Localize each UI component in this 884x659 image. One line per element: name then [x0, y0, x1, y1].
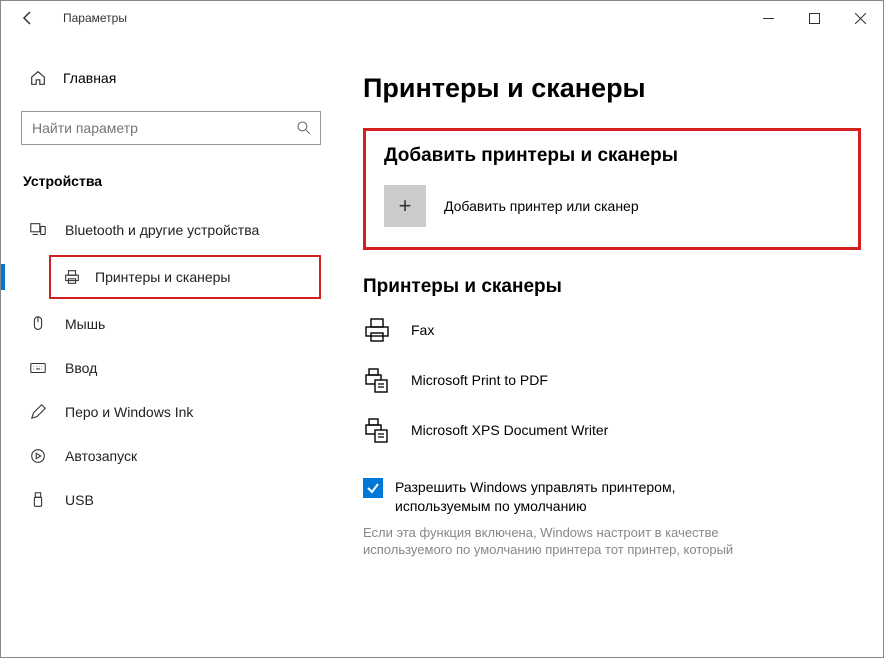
minimize-button[interactable]: [745, 1, 791, 35]
search-icon: [296, 120, 312, 136]
device-row-fax[interactable]: Fax: [363, 316, 861, 344]
page-title: Принтеры и сканеры: [363, 73, 861, 104]
print-to-file-icon: [363, 366, 391, 394]
highlight-box-sidebar: Принтеры и сканеры: [49, 255, 321, 299]
maximize-button[interactable]: [791, 1, 837, 35]
category-header: Устройства: [21, 173, 321, 189]
nav-item-mouse[interactable]: Мышь: [21, 305, 321, 343]
nav-item-printers[interactable]: Принтеры и сканеры: [55, 258, 315, 296]
default-printer-checkbox[interactable]: [363, 478, 383, 498]
nav-label: Мышь: [65, 316, 105, 332]
nav-item-input[interactable]: Ввод: [21, 349, 321, 387]
device-label: Microsoft XPS Document Writer: [411, 422, 608, 438]
checkbox-label: Разрешить Windows управлять принтером, и…: [395, 478, 755, 516]
device-row-mxps[interactable]: Microsoft XPS Document Writer: [363, 416, 861, 444]
plus-icon: +: [384, 185, 426, 227]
search-input[interactable]: [30, 119, 296, 137]
nav-label: Bluetooth и другие устройства: [65, 222, 259, 238]
device-label: Fax: [411, 322, 434, 338]
window-title: Параметры: [63, 11, 127, 25]
nav-label: Автозапуск: [65, 448, 137, 464]
devices-icon: [29, 221, 47, 239]
nav-label: Принтеры и сканеры: [95, 269, 230, 285]
search-box[interactable]: [21, 111, 321, 145]
nav-item-autorun[interactable]: Автозапуск: [21, 437, 321, 475]
add-button-label: Добавить принтер или сканер: [444, 198, 639, 214]
printer-icon: [63, 268, 81, 286]
add-section-title: Добавить принтеры и сканеры: [384, 145, 840, 167]
main-panel: Принтеры и сканеры Добавить принтеры и с…: [341, 35, 883, 659]
sidebar: Главная Устройства Bluetooth и другие ус…: [1, 35, 341, 659]
fax-icon: [363, 316, 391, 344]
autorun-icon: [29, 447, 47, 465]
home-label: Главная: [63, 70, 116, 86]
pen-icon: [29, 403, 47, 421]
print-to-file-icon: [363, 416, 391, 444]
keyboard-icon: [29, 359, 47, 377]
nav-label: Ввод: [65, 360, 97, 376]
note-text: Если эта функция включена, Windows настр…: [363, 524, 783, 559]
add-printer-button[interactable]: + Добавить принтер или сканер: [384, 185, 840, 227]
nav-label: USB: [65, 492, 94, 508]
nav-item-bluetooth[interactable]: Bluetooth и другие устройства: [21, 211, 321, 249]
nav-item-usb[interactable]: USB: [21, 481, 321, 519]
nav-item-pen[interactable]: Перо и Windows Ink: [21, 393, 321, 431]
device-row-mpdf[interactable]: Microsoft Print to PDF: [363, 366, 861, 394]
home-link[interactable]: Главная: [21, 61, 321, 95]
close-button[interactable]: [837, 1, 883, 35]
list-section-title: Принтеры и сканеры: [363, 276, 861, 298]
highlight-box-main: Добавить принтеры и сканеры + Добавить п…: [363, 128, 861, 250]
back-button[interactable]: [11, 1, 45, 35]
nav-label: Перо и Windows Ink: [65, 404, 193, 420]
usb-icon: [29, 491, 47, 509]
home-icon: [29, 69, 47, 87]
mouse-icon: [29, 315, 47, 333]
device-label: Microsoft Print to PDF: [411, 372, 548, 388]
